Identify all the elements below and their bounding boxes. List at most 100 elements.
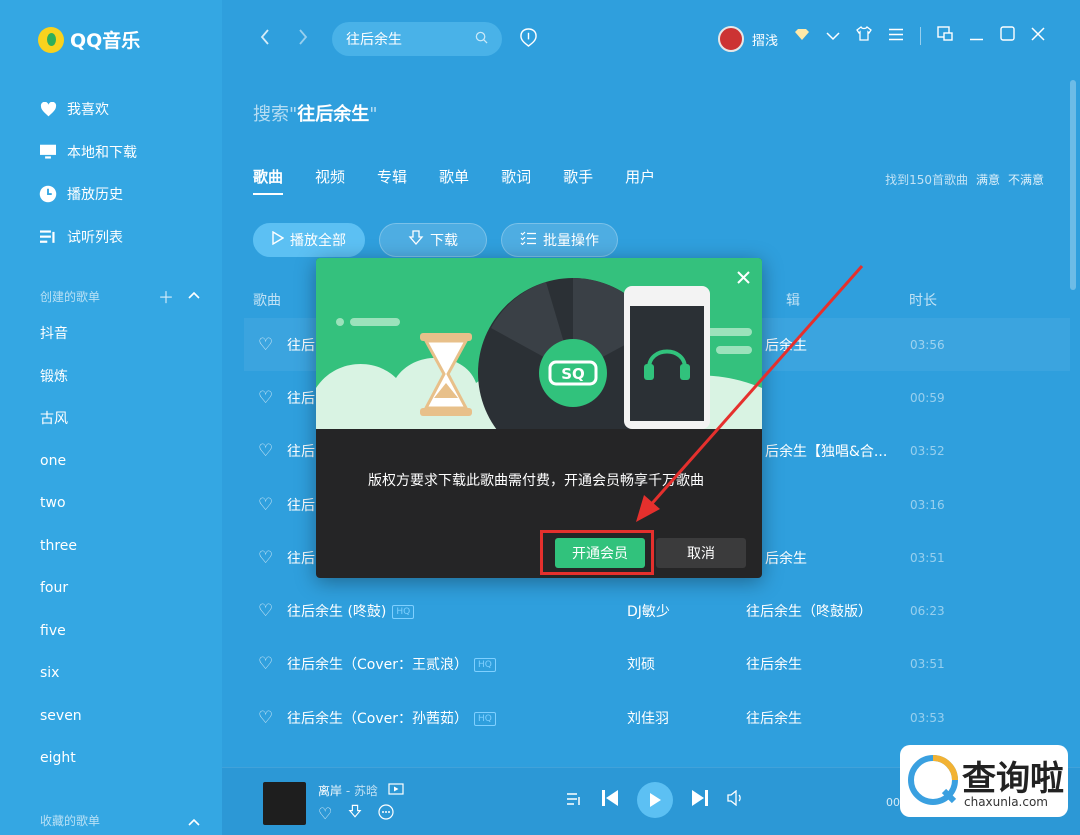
back-arrow-icon[interactable] [260, 26, 270, 51]
batch-operation-button[interactable]: 批量操作 [501, 223, 618, 257]
user-info[interactable]: 摺浅 [718, 26, 778, 52]
tab-lyrics[interactable]: 歌词 [501, 166, 531, 195]
song-album[interactable]: 往后余生（咚鼓版） [746, 601, 872, 621]
sidebar-item-favorites[interactable]: 我喜欢 [38, 88, 137, 131]
heart-icon[interactable]: ♡ [258, 548, 273, 568]
heart-icon[interactable]: ♡ [258, 441, 273, 461]
close-icon[interactable] [1031, 26, 1045, 46]
column-duration[interactable]: 时长 [909, 290, 937, 310]
sidebar-nav: 我喜欢 本地和下载 播放历史 试听列表 [38, 88, 137, 258]
column-album[interactable]: 辑 [786, 290, 800, 310]
song-artist[interactable]: 刘硕 [627, 654, 655, 674]
sidebar-playlist-item[interactable]: six [40, 652, 82, 695]
heart-icon[interactable]: ♡ [258, 495, 273, 515]
tab-artists[interactable]: 歌手 [563, 166, 593, 195]
song-title[interactable]: 往后余生（Cover：孙茜茹） [287, 711, 468, 727]
song-title-cell[interactable]: 往后余生（Cover：孙茜茹） HQ [287, 708, 496, 728]
song-album[interactable]: 往后余生 [746, 654, 802, 674]
album-cover[interactable] [263, 782, 306, 825]
sidebar-playlist-item[interactable]: two [40, 482, 82, 525]
cancel-button[interactable]: 取消 [656, 538, 746, 568]
sidebar-playlist-item[interactable]: five [40, 610, 82, 653]
tab-users[interactable]: 用户 [625, 166, 655, 195]
song-album[interactable]: 后余生【独唱&合... [765, 441, 887, 461]
song-title[interactable]: 往后 [287, 495, 315, 515]
sidebar-playlist-item[interactable]: one [40, 440, 82, 483]
tab-songs[interactable]: 歌曲 [253, 166, 284, 195]
now-playing-artist[interactable]: 苏晗 [354, 784, 378, 798]
username[interactable]: 摺浅 [752, 30, 778, 49]
maximize-icon[interactable] [1000, 26, 1015, 46]
sidebar-playlist-item[interactable]: four [40, 567, 82, 610]
sidebar-playlist-item[interactable]: eight [40, 737, 82, 780]
menu-icon[interactable] [888, 26, 904, 46]
chevron-up-icon[interactable] [188, 284, 200, 308]
forward-arrow-icon[interactable] [298, 26, 308, 51]
song-artist[interactable]: DJ敏少 [627, 601, 670, 621]
sidebar-item-trial-list[interactable]: 试听列表 [38, 216, 137, 259]
download-icon[interactable] [348, 804, 362, 824]
table-row[interactable]: ♡ 往后余生（Cover：王贰浪） HQ 刘硕 往后余生 03:51 [244, 638, 1070, 691]
now-playing-title[interactable]: 离岸 [318, 784, 342, 798]
song-title-cell[interactable]: 往后余生（Cover：王贰浪） HQ [287, 654, 496, 674]
search-icon[interactable] [475, 31, 488, 48]
heart-icon[interactable]: ♡ [258, 708, 273, 728]
song-title[interactable]: 往后 [287, 388, 315, 408]
heart-icon[interactable]: ♡ [258, 654, 273, 674]
song-title[interactable]: 往后 [287, 441, 315, 461]
heart-icon[interactable]: ♡ [318, 804, 332, 824]
search-box[interactable] [332, 22, 502, 56]
chevron-up-icon[interactable] [188, 811, 200, 830]
unsatisfied-link[interactable]: 不满意 [1008, 171, 1044, 188]
listen-recognize-icon[interactable] [520, 28, 537, 52]
search-title: 搜索"往后余生" [253, 100, 378, 126]
song-title[interactable]: 往后 [287, 548, 315, 568]
table-row[interactable]: ♡ 往后余生（Cover：孙茜茹） HQ 刘佳羽 往后余生 03:53 [244, 691, 1070, 744]
more-icon[interactable] [378, 804, 394, 824]
section-title: 创建的歌单 [40, 289, 101, 304]
song-title-cell[interactable]: 往后余生 (咚鼓) HQ [287, 601, 415, 621]
play-all-button[interactable]: 播放全部 [253, 223, 365, 257]
song-album[interactable]: 后余生 [765, 548, 807, 568]
sidebar-item-history[interactable]: 播放历史 [38, 173, 137, 216]
app-logo[interactable]: QQ音乐 [38, 26, 140, 53]
sidebar-playlist-item[interactable]: 锻炼 [40, 355, 82, 398]
column-song[interactable]: 歌曲 [253, 290, 281, 310]
song-title[interactable]: 往后 [287, 335, 315, 355]
minimize-icon[interactable] [969, 26, 984, 46]
song-album[interactable]: 后余生 [765, 335, 807, 355]
sidebar-playlist-item[interactable]: seven [40, 695, 82, 738]
download-button[interactable]: 下载 [379, 223, 487, 257]
skin-shirt-icon[interactable] [856, 26, 872, 46]
sidebar-playlist-item[interactable]: 古风 [40, 397, 82, 440]
sidebar-item-local-download[interactable]: 本地和下载 [38, 131, 137, 174]
avatar[interactable] [718, 26, 744, 52]
next-icon[interactable] [691, 789, 709, 812]
heart-icon[interactable]: ♡ [258, 388, 273, 408]
mini-mode-icon[interactable] [937, 26, 953, 46]
sidebar-playlist-item[interactable]: three [40, 525, 82, 568]
dialog-close-icon[interactable] [737, 268, 750, 289]
chevron-down-icon[interactable] [826, 26, 840, 46]
heart-icon[interactable]: ♡ [258, 335, 273, 355]
previous-icon[interactable] [601, 789, 619, 812]
plus-icon[interactable]: ＋ [158, 284, 174, 308]
mv-icon[interactable] [388, 783, 404, 798]
song-artist[interactable]: 刘佳羽 [627, 708, 669, 728]
tab-videos[interactable]: 视频 [315, 166, 345, 195]
vip-diamond-icon[interactable] [794, 26, 810, 46]
song-album[interactable]: 往后余生 [746, 708, 802, 728]
song-title[interactable]: 往后余生（Cover：王贰浪） [287, 657, 468, 673]
search-input[interactable] [346, 31, 466, 47]
scrollbar[interactable] [1070, 80, 1076, 290]
table-row[interactable]: ♡ 往后余生 (咚鼓) HQ DJ敏少 往后余生（咚鼓版） 06:23 [244, 584, 1070, 637]
tab-albums[interactable]: 专辑 [377, 166, 407, 195]
sidebar-playlist-item[interactable]: 抖音 [40, 312, 82, 355]
play-button[interactable] [637, 782, 673, 818]
tab-playlists[interactable]: 歌单 [439, 166, 469, 195]
heart-icon[interactable]: ♡ [258, 601, 273, 621]
satisfied-link[interactable]: 满意 [976, 171, 1000, 188]
volume-icon[interactable] [727, 789, 745, 811]
song-title[interactable]: 往后余生 (咚鼓) [287, 604, 386, 620]
play-mode-icon[interactable] [566, 790, 583, 811]
